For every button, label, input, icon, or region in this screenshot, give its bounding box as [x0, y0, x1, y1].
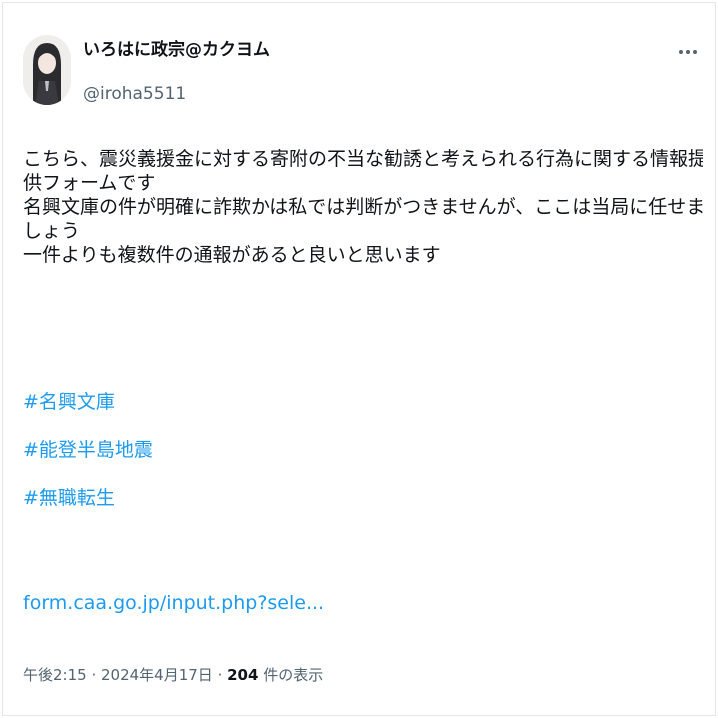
- author-display-name[interactable]: いろはに政宗@カクヨム: [83, 38, 270, 62]
- tweet-line: こちら、震災義援金に対する寄附の不当な勧誘と考えられる行為に関する情報提: [23, 148, 703, 170]
- tweet-date[interactable]: 2024年4月17日: [101, 666, 213, 684]
- tweet-line: 一件よりも複数件の通報があると良いと思います: [23, 244, 441, 266]
- external-link[interactable]: form.caa.go.jp/input.php?sele...: [23, 591, 324, 615]
- author-handle[interactable]: @iroha5511: [83, 83, 186, 105]
- views-label: 件の表示: [258, 666, 324, 684]
- tweet-card: いろはに政宗@カクヨム @iroha5511 こちら、震災義援金に対する寄附の不…: [2, 2, 716, 716]
- hashtag-list: #名興文庫 #能登半島地震 #無職転生: [23, 390, 153, 534]
- tweet-metadata: 午後2:15 · 2024年4月17日 · 204 件の表示: [23, 665, 323, 685]
- tweet-line: 供フォームです: [23, 172, 156, 194]
- avatar-image: [23, 35, 71, 105]
- separator: ·: [86, 666, 101, 684]
- tweet-line: 名興文庫の件が明確に詐欺かは私では判断がつきませんが、ここは当局に任せま: [23, 196, 703, 218]
- separator: ·: [212, 666, 228, 684]
- hashtag-link[interactable]: #能登半島地震: [23, 438, 153, 462]
- views-count: 204: [227, 666, 259, 684]
- tweet-time[interactable]: 午後2:15: [23, 666, 87, 684]
- tweet-text: こちら、震災義援金に対する寄附の不当な勧誘と考えられる行為に関する情報提 供フォ…: [23, 147, 703, 267]
- tweet-line: しょう: [23, 220, 81, 242]
- hashtag-link[interactable]: #無職転生: [23, 486, 153, 510]
- more-horizontal-icon[interactable]: [675, 39, 701, 65]
- avatar[interactable]: [23, 35, 71, 105]
- hashtag-link[interactable]: #名興文庫: [23, 390, 153, 414]
